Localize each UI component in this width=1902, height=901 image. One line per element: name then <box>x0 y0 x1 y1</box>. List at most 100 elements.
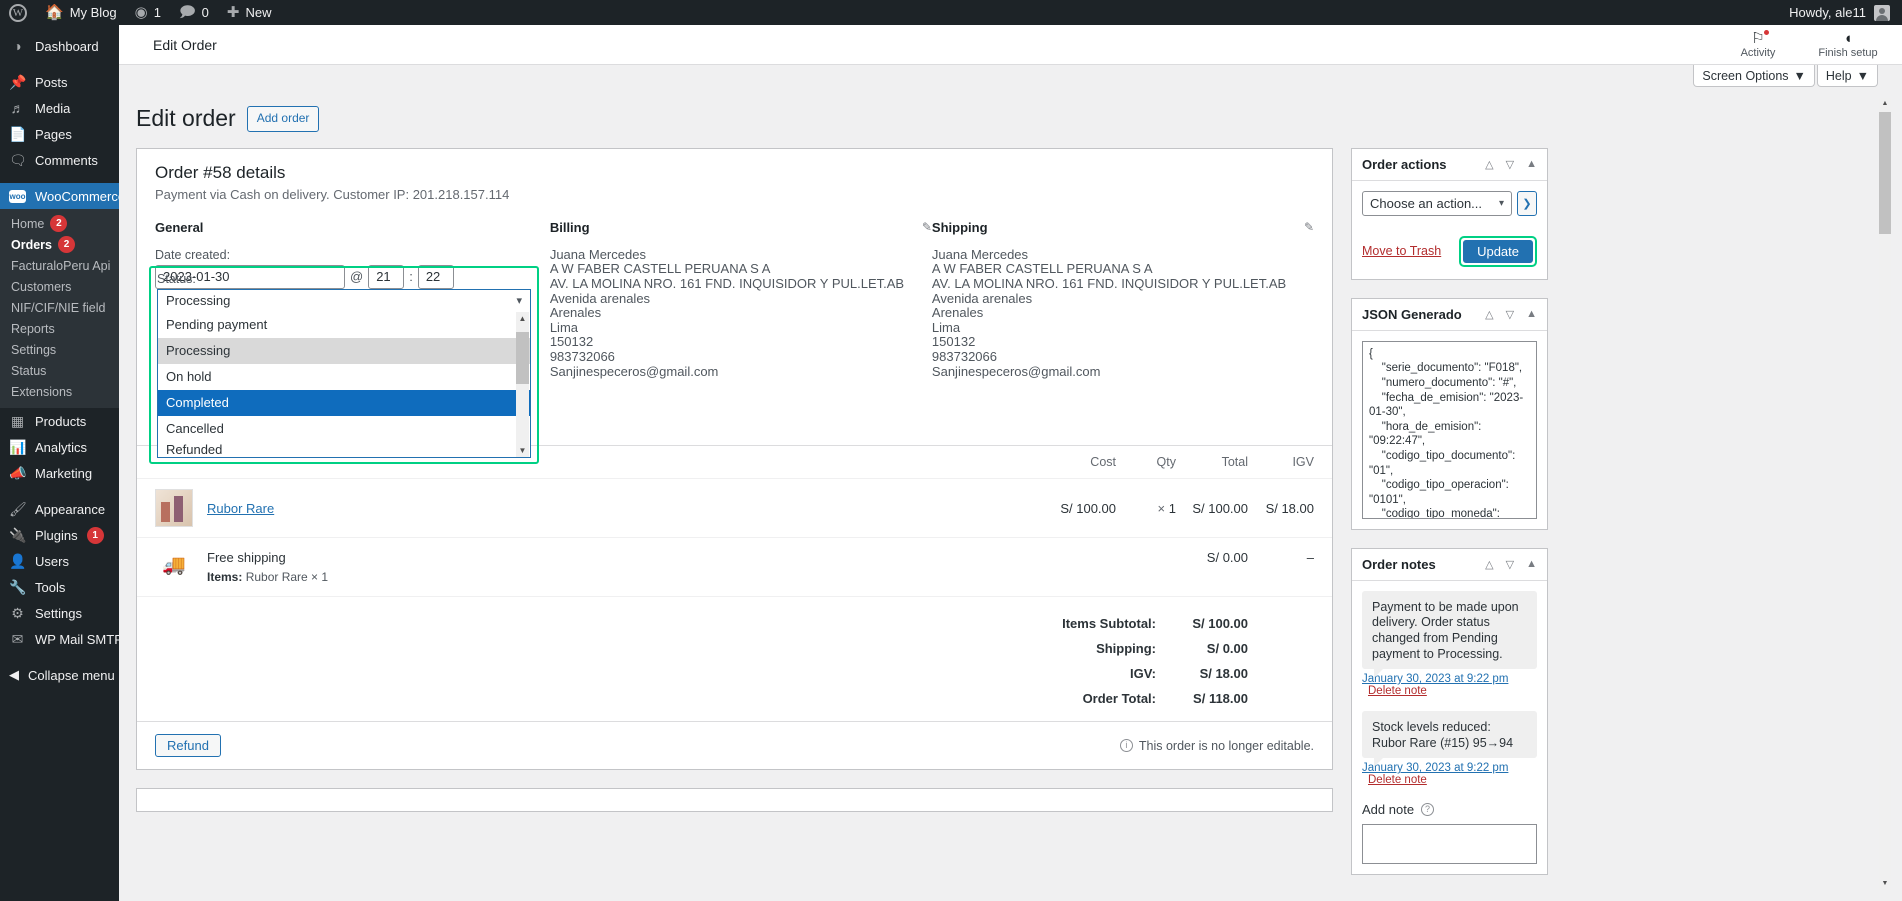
chevron-up-icon[interactable]: △ <box>1485 158 1493 171</box>
sidebar-item-settings[interactable]: ⚙ Settings <box>0 600 119 626</box>
status-option-completed[interactable]: Completed <box>158 390 530 416</box>
shipping-line: 150132 <box>932 335 1314 350</box>
sidebar-subitem-label: FacturaloPeru Api <box>11 259 110 273</box>
finish-setup-label: Finish setup <box>1818 47 1877 59</box>
sidebar-subitem-status[interactable]: Status <box>0 360 119 381</box>
status-list-scrollbar[interactable]: ▲ ▼ <box>516 312 529 457</box>
collapse-menu-button[interactable]: ◀ Collapse menu <box>0 662 119 688</box>
truck-icon: 🚚 <box>155 550 193 580</box>
update-button[interactable]: Update <box>1463 240 1533 263</box>
billing-edit-pencil-icon[interactable]: ✎ <box>922 220 932 234</box>
sidebar-item-users[interactable]: 👤 Users <box>0 548 119 574</box>
sidebar-item-wp-mail-smtp[interactable]: ✉ WP Mail SMTP <box>0 626 119 652</box>
refund-button[interactable]: Refund <box>155 734 221 757</box>
note-meta: January 30, 2023 at 9:22 pm Delete note <box>1362 673 1537 697</box>
delete-note-link[interactable]: Delete note <box>1368 685 1427 697</box>
status-option-pending-payment[interactable]: Pending payment <box>158 312 530 338</box>
status-option-label: Completed <box>166 395 229 410</box>
status-select[interactable]: Processing ▾ Pending payment Proces <box>157 289 531 458</box>
sidebar-item-dashboard[interactable]: ◑ Dashboard <box>0 33 119 59</box>
billing-line: Lima <box>550 321 932 336</box>
chevron-down-icon[interactable]: ▽ <box>1506 158 1514 171</box>
columns-wrapper: Order #58 details Payment via Cash on de… <box>119 148 1902 894</box>
add-order-button[interactable]: Add order <box>247 106 320 131</box>
shipping-igv: – <box>1248 550 1314 565</box>
help-tab[interactable]: Help ▼ <box>1817 65 1878 87</box>
scrollbar-thumb[interactable] <box>1879 112 1891 234</box>
status-select-value-row[interactable]: Processing ▾ <box>157 289 531 312</box>
status-option-on-hold[interactable]: On hold <box>158 364 530 390</box>
wp-logo-menu[interactable]: W <box>0 0 36 25</box>
scroll-up-arrow-icon[interactable]: ▲ <box>516 312 529 325</box>
totals-value: S/ 118.00 <box>1176 691 1248 706</box>
sidebar-item-analytics[interactable]: 📊 Analytics <box>0 434 119 460</box>
site-name-menu[interactable]: 🏠 My Blog <box>36 0 126 25</box>
comment-icon: 🗩 <box>179 5 196 20</box>
order-action-select[interactable]: Choose an action... ▾ <box>1362 191 1512 216</box>
shipping-edit-pencil-icon[interactable]: ✎ <box>1304 220 1314 234</box>
shipping-email: Sanjinespeceros@gmail.com <box>932 365 1314 380</box>
shipping-line: Arenales <box>932 306 1314 321</box>
sidebar-subitem-label: Extensions <box>11 385 72 399</box>
triangle-up-icon[interactable]: ▲ <box>1526 558 1537 571</box>
qty-multiplier: × <box>1158 501 1166 516</box>
json-textarea[interactable]: { "serie_documento": "F018", "numero_doc… <box>1362 341 1537 519</box>
shipping-line: Lima <box>932 321 1314 336</box>
sidebar-subitem-orders[interactable]: Orders 2 <box>0 234 119 255</box>
new-content-menu[interactable]: ✚ New <box>218 0 281 25</box>
screen-options-tab[interactable]: Screen Options ▼ <box>1693 65 1815 87</box>
chevron-down-icon[interactable]: ▽ <box>1506 308 1514 321</box>
sidebar-item-appearance[interactable]: 🖌 Appearance <box>0 496 119 522</box>
activity-button[interactable]: ⚐ Activity <box>1728 31 1788 59</box>
updates-menu[interactable]: ◉ 1 <box>126 0 170 25</box>
sidebar-subitem-home[interactable]: Home 2 <box>0 213 119 234</box>
sidebar-subitem-settings[interactable]: Settings <box>0 339 119 360</box>
sidebar-subitem-nif-cif-nie-field[interactable]: NIF/CIF/NIE field <box>0 297 119 318</box>
chevron-up-icon[interactable]: △ <box>1485 308 1493 321</box>
scroll-down-arrow-icon[interactable]: ▼ <box>1879 878 1891 890</box>
finish-setup-button[interactable]: ◖ Finish setup <box>1818 31 1878 59</box>
status-option-refunded[interactable]: Refunded <box>158 442 530 457</box>
help-icon[interactable]: ? <box>1421 803 1434 816</box>
sidebar-item-media[interactable]: ♬ Media <box>0 95 119 121</box>
top-bar-actions: ⚐ Activity ◖ Finish setup <box>1728 31 1902 59</box>
delete-note-link[interactable]: Delete note <box>1368 774 1427 786</box>
scroll-up-arrow-icon[interactable]: ▲ <box>1879 98 1891 110</box>
order-actions-title: Order actions <box>1362 157 1447 172</box>
status-options-list[interactable]: Pending payment Processing On hold <box>157 312 531 458</box>
sidebar-item-woocommerce[interactable]: woo WooCommerce <box>0 183 119 209</box>
sidebar-subitem-facturaloperu-api[interactable]: FacturaloPeru Api <box>0 255 119 276</box>
note-text: Stock levels reduced: Rubor Rare (#15) 9… <box>1372 720 1527 751</box>
chevron-up-icon[interactable]: △ <box>1485 558 1493 571</box>
triangle-up-icon[interactable]: ▲ <box>1526 308 1537 321</box>
sidebar-item-products[interactable]: ▦ Products <box>0 408 119 434</box>
sidebar-subitem-customers[interactable]: Customers <box>0 276 119 297</box>
status-option-processing[interactable]: Processing <box>158 338 530 364</box>
billing-line: Avenida arenales <box>550 292 932 307</box>
note-date-link[interactable]: January 30, 2023 at 9:22 pm <box>1362 762 1508 774</box>
sidebar-subitem-reports[interactable]: Reports <box>0 318 119 339</box>
account-menu[interactable]: Howdy, ale11 <box>1789 5 1902 21</box>
list-item: Stock levels reduced: Rubor Rare (#15) 9… <box>1362 711 1537 758</box>
sidebar-item-tools[interactable]: 🔧 Tools <box>0 574 119 600</box>
scrollbar-thumb[interactable] <box>516 332 529 384</box>
sidebar-item-posts[interactable]: 📌 Posts <box>0 69 119 95</box>
sidebar-item-pages[interactable]: 📄 Pages <box>0 121 119 147</box>
move-to-trash-link[interactable]: Move to Trash <box>1362 244 1441 258</box>
sidebar-item-marketing[interactable]: 📣 Marketing <box>0 460 119 486</box>
scroll-down-arrow-icon[interactable]: ▼ <box>516 444 529 457</box>
product-link[interactable]: Rubor Rare <box>207 501 274 516</box>
json-panel-body: { "serie_documento": "F018", "numero_doc… <box>1352 331 1547 529</box>
comments-menu[interactable]: 🗩 0 <box>170 0 218 25</box>
status-option-cancelled[interactable]: Cancelled <box>158 416 530 442</box>
sidebar-subitem-extensions[interactable]: Extensions <box>0 381 119 402</box>
triangle-up-icon[interactable]: ▲ <box>1526 158 1537 171</box>
json-scrollbar[interactable]: ▲ ▼ <box>1879 98 1891 890</box>
apply-action-button[interactable]: ❯ <box>1517 191 1537 216</box>
sidebar-item-comments[interactable]: 🗨 Comments <box>0 147 119 173</box>
add-note-textarea[interactable] <box>1362 824 1537 864</box>
sidebar-item-plugins[interactable]: 🔌 Plugins 1 <box>0 522 119 548</box>
note-date-link[interactable]: January 30, 2023 at 9:22 pm <box>1362 673 1508 685</box>
chevron-down-icon[interactable]: ▽ <box>1506 558 1514 571</box>
table-row: Rubor Rare S/ 100.00 × 1 S/ 100.00 S/ 18… <box>137 478 1332 537</box>
